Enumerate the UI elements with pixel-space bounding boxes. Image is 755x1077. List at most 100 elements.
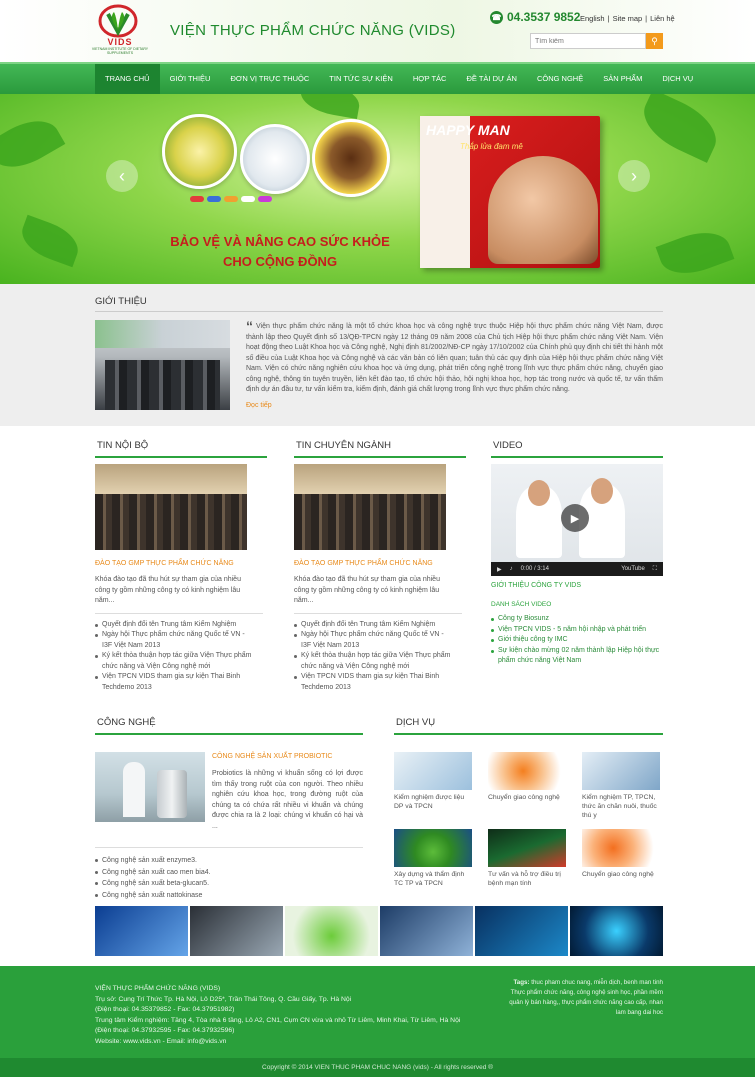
- read-more-link[interactable]: Đọc tiếp: [246, 402, 272, 409]
- strip-image[interactable]: [285, 906, 378, 956]
- news-industry-heading: TIN CHUYÊN NGÀNH: [294, 440, 466, 458]
- nav-technology[interactable]: CÔNG NGHỆ: [527, 64, 593, 94]
- intro-heading: GIỚI THIỆU: [95, 296, 147, 307]
- service-item[interactable]: Kiểm nghiệm được liệu DP và TPCN: [394, 752, 474, 821]
- search-input[interactable]: [530, 33, 646, 49]
- nav-projects[interactable]: ĐỀ TÀI DỰ ÁN: [456, 64, 526, 94]
- news-industry-title[interactable]: ĐÀO TẠO GMP THỰC PHẨM CHỨC NĂNG: [294, 560, 466, 567]
- flower-bubble: [312, 119, 390, 197]
- banner-next-button[interactable]: ›: [618, 160, 650, 192]
- site-title: VIỆN THỰC PHẨM CHỨC NĂNG (VIDS): [170, 22, 456, 39]
- list-item[interactable]: Sự kiện chào mừng 02 năm thành lập Hiệp …: [491, 646, 663, 667]
- list-item[interactable]: Giới thiệu công ty IMC: [491, 635, 663, 646]
- services-heading: DỊCH VỤ: [394, 717, 663, 735]
- video-list: Công ty Biosunz Viện TPCN VIDS - 5 năm h…: [491, 614, 663, 667]
- image-strip: [95, 906, 663, 956]
- youtube-logo[interactable]: YouTube: [621, 566, 645, 572]
- strip-image[interactable]: [570, 906, 663, 956]
- list-item[interactable]: Viện TPCN VIDS tham gia sự kiện Thai Bin…: [294, 672, 454, 693]
- service-item[interactable]: Tư vấn và hỗ trợ điều trị bệnh mạn tính: [488, 829, 568, 898]
- strip-image[interactable]: [380, 906, 473, 956]
- news-internal-section: TIN NỘI BỘ ĐÀO TẠO GMP THỰC PHẨM CHỨC NĂ…: [95, 440, 267, 693]
- news-industry-photo[interactable]: [294, 464, 446, 550]
- services-grid: Kiểm nghiệm được liệu DP và TPCN Chuyển …: [394, 752, 663, 898]
- site-footer: VIỆN THỰC PHẨM CHỨC NĂNG (VIDS) Trụ sở: …: [0, 966, 755, 1077]
- doctor-figure: [516, 480, 562, 558]
- list-item[interactable]: Công ty Biosunz: [491, 614, 663, 625]
- technology-title[interactable]: CÔNG NGHỆ SẢN XUẤT PROBIOTIC: [212, 753, 332, 760]
- logo-subtitle: VIETNAM INSTITUTE OF DIETARY SUPPLEMENTS: [91, 47, 149, 55]
- news-internal-title[interactable]: ĐÀO TẠO GMP THỰC PHẨM CHỨC NĂNG: [95, 560, 267, 567]
- contact-link[interactable]: Liên hệ: [650, 14, 675, 23]
- footer-tags: Tags: thuc pham chuc nang, miễn dịch, be…: [505, 978, 663, 1018]
- nav-units[interactable]: ĐƠN VỊ TRỰC THUỘC: [220, 64, 319, 94]
- logo-text: VIDS: [107, 37, 133, 47]
- news-industry-desc: Khóa đào tạo đã thu hút sự tham gia của …: [294, 576, 440, 604]
- video-title-link[interactable]: GIỚI THIỆU CÔNG TY VIDS: [491, 582, 663, 589]
- list-item[interactable]: Quyết định đổi tên Trung tâm Kiểm Nghiệm: [294, 620, 454, 631]
- nav-services[interactable]: DỊCH VỤ: [652, 64, 703, 94]
- nav-home[interactable]: TRANG CHỦ: [95, 64, 160, 94]
- service-image: [488, 752, 566, 790]
- capsule-bubble: [240, 124, 310, 194]
- fullscreen-icon[interactable]: ⛶: [653, 566, 657, 573]
- product-subtitle: Thắp lửa đam mê: [460, 142, 523, 151]
- service-item[interactable]: Chuyển giao công nghệ: [488, 752, 568, 821]
- technology-heading: CÔNG NGHỆ: [95, 717, 363, 735]
- couple-photo: [488, 156, 598, 264]
- main-nav: TRANG CHỦ GIỚI THIỆU ĐƠN VỊ TRỰC THUỘC T…: [0, 62, 755, 94]
- list-item[interactable]: Công nghệ sản xuất enzyme3.: [95, 855, 211, 867]
- list-item[interactable]: Ký kết thỏa thuận hợp tác giữa Viện Thực…: [294, 651, 454, 672]
- nav-cooperation[interactable]: HỢP TÁC: [403, 64, 457, 94]
- technology-photo[interactable]: [95, 752, 205, 822]
- play-control-icon[interactable]: ▶: [497, 566, 502, 573]
- news-industry-section: TIN CHUYÊN NGÀNH ĐÀO TẠO GMP THỰC PHẨM C…: [294, 440, 466, 693]
- product-box-image: HAPPY MAN Thắp lửa đam mê: [420, 116, 600, 268]
- technology-list: Công nghệ sản xuất enzyme3. Công nghệ sả…: [95, 855, 211, 901]
- nav-products[interactable]: SẢN PHẨM: [593, 64, 652, 94]
- list-item[interactable]: Viện TPCN VIDS tham gia sự kiện Thai Bin…: [95, 672, 255, 693]
- herbal-bubble: [162, 114, 237, 189]
- english-link[interactable]: English: [580, 14, 605, 23]
- nav-news[interactable]: TIN TỨC SỰ KIỆN: [319, 64, 403, 94]
- video-heading: VIDEO: [491, 440, 663, 458]
- list-item[interactable]: Ngày hội Thực phẩm chức năng Quốc tế VN …: [95, 630, 255, 651]
- play-icon: ▶: [570, 512, 580, 525]
- product-title: HAPPY MAN: [426, 122, 510, 138]
- list-item[interactable]: Ngày hội Thực phẩm chức năng Quốc tế VN …: [294, 630, 454, 651]
- service-item[interactable]: Kiểm nghiệm TP, TPCN, thức ăn chăn nuôi,…: [582, 752, 662, 821]
- list-item[interactable]: Ký kết thỏa thuận hợp tác giữa Viện Thực…: [95, 651, 255, 672]
- strip-image[interactable]: [95, 906, 188, 956]
- news-internal-photo[interactable]: [95, 464, 247, 550]
- tags-list[interactable]: thuc pham chuc nang, miễn dịch, benh man…: [509, 979, 663, 1016]
- site-header: VIDS VIETNAM INSTITUTE OF DIETARY SUPPLE…: [0, 0, 755, 62]
- video-controls: ▶ ♪ 0:00 / 3:14 YouTube ⛶: [491, 562, 663, 576]
- sitemap-link[interactable]: Site map: [613, 14, 643, 23]
- intro-photo: [95, 320, 230, 410]
- banner-slogan: BẢO VỆ VÀ NÂNG CAO SỨC KHỎE CHO CỘNG ĐỒN…: [170, 234, 390, 269]
- site-logo[interactable]: VIDS VIETNAM INSTITUTE OF DIETARY SUPPLE…: [90, 4, 150, 56]
- technology-section: CÔNG NGHỆ CÔNG NGHỆ SẢN XUẤT PROBIOTIC P…: [95, 717, 363, 899]
- play-button[interactable]: ▶: [561, 504, 589, 532]
- leaf-decoration: [634, 94, 726, 163]
- strip-image[interactable]: [190, 906, 283, 956]
- search-button[interactable]: ⚲: [646, 33, 663, 49]
- intro-section: GIỚI THIỆU “ Viện thực phẩm chức năng là…: [0, 284, 755, 426]
- pills-decoration: [190, 196, 350, 210]
- hotline-number: 04.3537 9852: [507, 10, 581, 24]
- service-item[interactable]: Xây dựng và thẩm định TC TP và TPCN: [394, 829, 474, 898]
- nav-about[interactable]: GIỚI THIỆU: [160, 64, 221, 94]
- leaf-decoration: [297, 94, 363, 119]
- video-player[interactable]: ▶ ▶ ♪ 0:00 / 3:14 YouTube ⛶: [491, 464, 663, 576]
- strip-image[interactable]: [475, 906, 568, 956]
- list-item[interactable]: Quyết định đổi tên Trung tâm Kiểm Nghiệm: [95, 620, 255, 631]
- list-item[interactable]: Công nghệ sản xuất cao men bia4.: [95, 867, 211, 879]
- volume-icon[interactable]: ♪: [510, 566, 513, 572]
- service-item[interactable]: Chuyển giao công nghệ: [582, 829, 662, 898]
- list-item[interactable]: Viện TPCN VIDS - 5 năm hội nhập và phát …: [491, 625, 663, 636]
- logo-mark-icon: [98, 4, 138, 38]
- list-item[interactable]: Công nghệ sản xuất beta-glucan5.: [95, 878, 211, 890]
- tags-label: Tags:: [513, 979, 530, 986]
- banner-prev-button[interactable]: ‹: [106, 160, 138, 192]
- list-item[interactable]: Công nghệ sản xuất nattokinase: [95, 890, 211, 902]
